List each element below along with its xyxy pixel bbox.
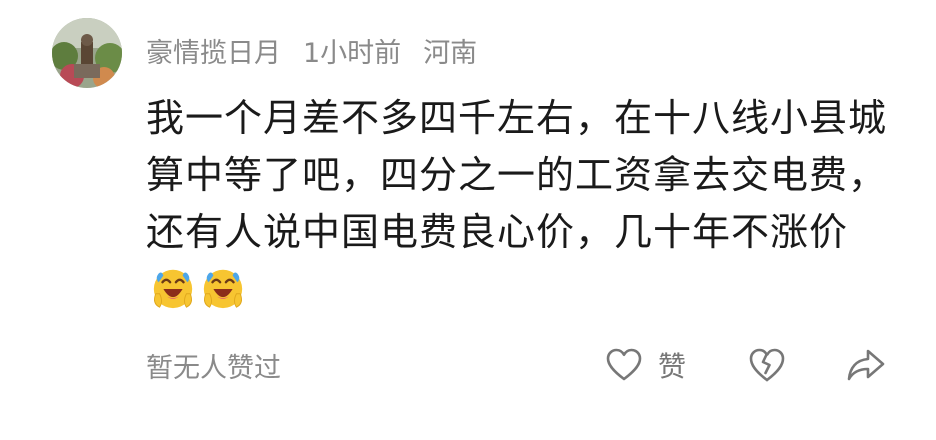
laughing-crying-emoji [203, 269, 243, 309]
comment-content: 我一个月差不多四千左右，在十八线小县城算中等了吧，四分之一的工资拿去交电费，还有… [146, 96, 888, 254]
likes-status: 暂无人赞过 [146, 352, 281, 384]
comment-text: 我一个月差不多四千左右，在十八线小县城算中等了吧，四分之一的工资拿去交电费，还有… [146, 90, 896, 318]
like-button[interactable]: 赞 [606, 345, 686, 385]
avatar[interactable] [52, 18, 122, 88]
laughing-crying-emoji [153, 269, 193, 309]
share-arrow-icon [847, 349, 885, 381]
like-label: 赞 [658, 350, 687, 383]
timestamp: 1小时前 [303, 37, 402, 69]
username[interactable]: 豪情揽日月 [146, 31, 281, 70]
location: 河南 [423, 37, 478, 69]
dislike-button[interactable] [748, 347, 786, 387]
share-button[interactable] [846, 347, 886, 387]
comment-meta: 豪情揽日月 1小时前 河南 [146, 30, 477, 70]
comment-card: 豪情揽日月 1小时前 河南 我一个月差不多四千左右，在十八线小县城算中等了吧，四… [0, 0, 936, 440]
broken-heart-icon [749, 348, 785, 382]
heart-icon [606, 348, 642, 381]
